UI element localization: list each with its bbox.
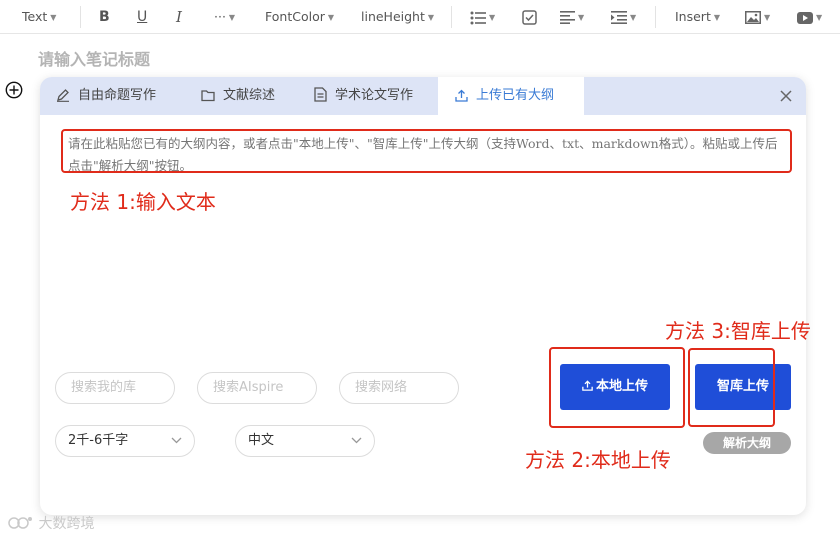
- chevron-down-icon: ▼: [427, 13, 435, 22]
- note-title-input[interactable]: 请输入笔记标题: [38, 46, 150, 70]
- bold-button[interactable]: B: [99, 0, 110, 34]
- length-select[interactable]: 2千-6千字: [55, 425, 195, 457]
- tab-literature-review[interactable]: 文献综述: [201, 77, 275, 115]
- tab-label: 文献综述: [223, 88, 276, 103]
- toolbar-divider: [655, 6, 656, 28]
- tab-upload-outline[interactable]: 上传已有大纲: [438, 77, 584, 115]
- add-block-icon[interactable]: [5, 81, 23, 99]
- language-select[interactable]: 中文: [235, 425, 375, 457]
- length-select-value: 2千-6千字: [68, 433, 129, 448]
- tab-academic-paper[interactable]: 学术论文写作: [314, 77, 413, 115]
- line-height-dropdown[interactable]: lineHeight ▼: [361, 0, 434, 34]
- underline-button[interactable]: U: [137, 0, 147, 34]
- search-my-library-pill[interactable]: 搜索我的库: [55, 372, 175, 404]
- watermark-logo-icon: [8, 517, 32, 529]
- editor-toolbar: Text ▼ B U I ··· ▼ FontColor ▼ lineHeight ▼ …: [0, 0, 840, 34]
- chevron-down-icon: ▼: [578, 13, 585, 22]
- list-dropdown[interactable]: ▼: [470, 0, 495, 34]
- close-icon[interactable]: [778, 88, 794, 104]
- italic-icon: I: [176, 8, 182, 26]
- tab-free-writing[interactable]: 自由命题写作: [56, 77, 156, 115]
- method3-highlight: [688, 348, 775, 427]
- search-web-pill[interactable]: 搜索网络: [339, 372, 459, 404]
- language-select-value: 中文: [248, 433, 275, 448]
- tab-label: 自由命题写作: [78, 88, 157, 103]
- chevron-down-icon: ▼: [630, 13, 637, 22]
- method1-annotation: 方法 1:输入文本: [70, 190, 216, 214]
- method3-annotation: 方法 3:智库上传: [665, 319, 811, 343]
- chevron-down-icon: [351, 437, 362, 444]
- writing-mode-tabs: 自由命题写作 文献综述 学术论文写作 上传已有大纲: [40, 77, 806, 115]
- bold-icon: B: [99, 9, 110, 25]
- indent-icon: [611, 11, 627, 24]
- parse-outline-button[interactable]: 解析大纲: [703, 432, 791, 454]
- line-height-label: lineHeight: [361, 9, 425, 24]
- insert-label: Insert: [675, 9, 711, 24]
- indent-dropdown[interactable]: ▼: [611, 0, 636, 34]
- chevron-down-icon: ▼: [327, 13, 335, 22]
- upload-icon: [455, 89, 468, 102]
- folder-icon: [201, 90, 215, 102]
- document-icon: [314, 87, 327, 102]
- chevron-down-icon: ▼: [713, 13, 721, 22]
- watermark: 大数跨境: [8, 513, 94, 533]
- toolbar-divider: [80, 6, 81, 28]
- underline-icon: U: [137, 9, 148, 25]
- method2-annotation: 方法 2:本地上传: [525, 448, 671, 472]
- method1-highlight: [61, 129, 792, 173]
- tab-label: 学术论文写作: [335, 88, 414, 103]
- bullet-list-icon: [470, 11, 486, 24]
- more-icon: ···: [214, 9, 226, 24]
- checkbox-icon: [522, 10, 537, 25]
- insert-dropdown[interactable]: Insert ▼: [675, 0, 720, 34]
- chevron-down-icon: [171, 437, 182, 444]
- font-color-label: FontColor: [265, 9, 325, 24]
- align-left-icon: [560, 11, 575, 24]
- align-dropdown[interactable]: ▼: [560, 0, 584, 34]
- watermark-text: 大数跨境: [38, 516, 95, 532]
- video-icon: [797, 11, 813, 24]
- tab-label: 上传已有大纲: [476, 88, 555, 103]
- method2-highlight: [549, 347, 685, 428]
- image-icon: [745, 11, 761, 24]
- checklist-button[interactable]: [522, 0, 537, 34]
- more-format-dropdown[interactable]: ··· ▼: [214, 0, 235, 34]
- pen-icon: [57, 89, 69, 102]
- text-style-label: Text: [22, 9, 48, 24]
- image-dropdown[interactable]: ▼: [745, 0, 770, 34]
- search-aispire-pill[interactable]: 搜索AIspire: [197, 372, 317, 404]
- text-style-dropdown[interactable]: Text ▼: [22, 0, 56, 34]
- chevron-down-icon: ▼: [50, 13, 57, 22]
- chevron-down-icon: ▼: [489, 13, 496, 22]
- chevron-down-icon: ▼: [816, 13, 823, 22]
- italic-button[interactable]: I: [176, 0, 182, 34]
- chevron-down-icon: ▼: [228, 13, 236, 22]
- font-color-dropdown[interactable]: FontColor ▼: [265, 0, 334, 34]
- toolbar-divider: [451, 6, 452, 28]
- chevron-down-icon: ▼: [764, 13, 771, 22]
- video-dropdown[interactable]: ▼: [797, 0, 822, 34]
